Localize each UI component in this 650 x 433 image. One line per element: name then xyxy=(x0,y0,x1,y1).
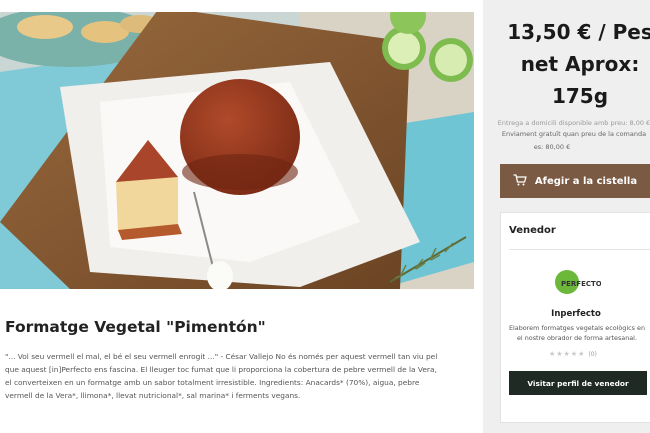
add-to-cart-label: Afegir a la cistella xyxy=(534,175,638,187)
vendor-card: Venedor PERFECTO Inperfecto Elaborem for… xyxy=(500,212,650,423)
price-line-2: net Aprox: xyxy=(520,52,640,76)
purchase-sidebar: 13,50 € / Pes net Aprox: 175g Entrega a … xyxy=(493,0,650,433)
rating-count: (0) xyxy=(588,351,597,358)
vendor-rating: ★★★★★ (0) xyxy=(549,350,597,358)
vendor-heading: Venedor xyxy=(509,225,556,236)
add-to-cart-button[interactable]: Afegir a la cistella xyxy=(500,164,650,198)
vendor-description: Elaborem formatges vegetals ecològics en… xyxy=(508,324,646,342)
vendor-logo-text: PERFECTO xyxy=(561,280,601,288)
price: 13,50 € / Pes net Aprox: 175g xyxy=(495,16,650,112)
divider xyxy=(509,249,650,250)
product-main: Formatge Vegetal "Pimentón" "... Vol seu… xyxy=(0,0,483,433)
free-shipping-note: Enviament gratuït quan preu de la comand… xyxy=(501,130,647,138)
star-icons: ★★★★★ xyxy=(549,350,586,358)
price-line-1: 13,50 € / Pes xyxy=(507,20,650,44)
vendor-name[interactable]: Inperfecto xyxy=(501,309,650,319)
delivery-note: Entrega a domicili disponible amb preu: … xyxy=(497,119,650,127)
product-image[interactable] xyxy=(0,12,474,289)
product-title: Formatge Vegetal "Pimentón" xyxy=(5,318,266,336)
free-shipping-threshold: es: 80,00 € xyxy=(533,143,571,151)
product-description: "... Vol seu vermell el mal, el bé el se… xyxy=(5,352,438,400)
cheese-photo xyxy=(0,12,474,289)
cart-icon xyxy=(513,173,527,189)
visit-vendor-profile-button[interactable]: Visitar perfil de venedor xyxy=(509,371,647,395)
vendor-logo[interactable]: PERFECTO xyxy=(553,267,602,297)
price-line-3: 175g xyxy=(551,84,609,108)
